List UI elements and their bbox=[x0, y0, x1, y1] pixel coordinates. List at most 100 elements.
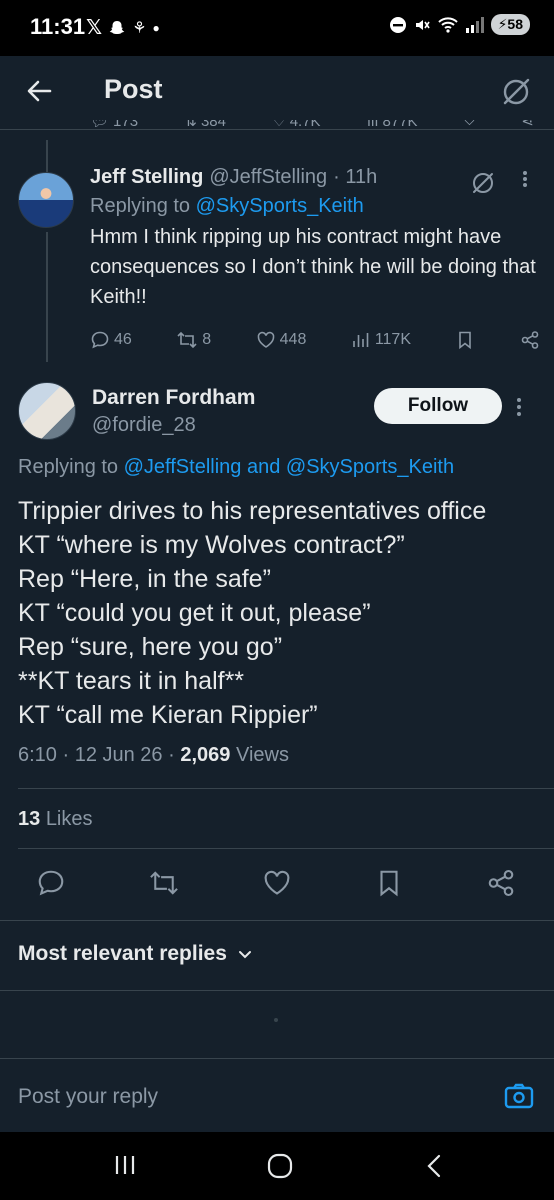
divider bbox=[0, 990, 554, 991]
home-icon[interactable] bbox=[266, 1152, 294, 1180]
prev-share-icon[interactable]: ⋖ bbox=[521, 120, 534, 130]
notification-dot-icon: ● bbox=[152, 20, 160, 35]
battery-level: 58 bbox=[507, 16, 523, 32]
more-options-icon[interactable] bbox=[522, 168, 528, 190]
like-button[interactable] bbox=[262, 868, 292, 898]
share-button[interactable] bbox=[486, 868, 516, 898]
chevron-down-icon bbox=[238, 951, 251, 959]
loading-indicator bbox=[274, 1018, 278, 1022]
repost-button[interactable] bbox=[148, 868, 180, 898]
author-name[interactable]: Darren Fordham bbox=[92, 386, 255, 410]
signal-icon bbox=[465, 16, 485, 34]
reply-author-name[interactable]: Jeff Stelling bbox=[90, 166, 203, 189]
prev-view-count[interactable]: ılı 877K bbox=[367, 120, 418, 130]
prev-repost-count[interactable]: ⇅ 384 bbox=[184, 120, 226, 130]
avatar[interactable] bbox=[18, 172, 74, 228]
repost-icon bbox=[177, 331, 197, 349]
back-nav-icon[interactable] bbox=[424, 1152, 446, 1180]
wifi-icon bbox=[437, 16, 459, 34]
reply-author-handle[interactable]: @JeffStelling bbox=[209, 166, 327, 189]
wolves-app-icon: ⚘ bbox=[132, 19, 147, 37]
author-handle[interactable]: @fordie_28 bbox=[92, 414, 255, 437]
page-title: Post bbox=[104, 74, 163, 104]
reply-actions: 46 8 448 117K bbox=[90, 330, 540, 350]
views-label: Views bbox=[235, 744, 289, 766]
like-button[interactable]: 448 bbox=[256, 330, 307, 350]
divider bbox=[18, 848, 554, 849]
reply-count: 46 bbox=[114, 331, 132, 348]
view-count: 117K bbox=[374, 331, 411, 348]
grok-icon[interactable] bbox=[470, 170, 496, 196]
likes-label: Likes bbox=[45, 808, 93, 830]
camera-icon[interactable] bbox=[504, 1081, 534, 1111]
battery-indicator: ⚡58 bbox=[490, 14, 530, 35]
post-line: **KT tears it in half** bbox=[18, 667, 245, 695]
share-icon bbox=[521, 331, 539, 349]
mention-link[interactable]: @SkySports_Keith bbox=[286, 456, 454, 478]
top-app-bar: Post bbox=[0, 56, 554, 130]
like-count: 448 bbox=[279, 331, 307, 348]
reply-button[interactable]: 46 bbox=[90, 330, 132, 350]
prev-like-count[interactable]: ♡ 4.7K bbox=[272, 120, 320, 130]
previous-post-actions: 💬︎ 173 ⇅ 384 ♡ 4.7K ılı 877K ⛉ ⋖ bbox=[0, 120, 554, 140]
repost-icon bbox=[150, 871, 178, 895]
heart-icon bbox=[257, 331, 274, 348]
post-line: Trippier drives to his representatives o… bbox=[18, 497, 487, 525]
status-time: 11:31 bbox=[30, 14, 86, 39]
likes-summary[interactable]: 13 Likes bbox=[18, 808, 93, 831]
repost-button[interactable]: 8 bbox=[176, 330, 211, 350]
likes-count: 13 bbox=[18, 808, 41, 830]
recent-apps-icon[interactable] bbox=[112, 1152, 138, 1178]
bookmark-icon bbox=[380, 870, 398, 897]
prev-reply-count[interactable]: 💬︎ 173 bbox=[90, 120, 138, 130]
divider bbox=[0, 920, 554, 921]
replying-to: Replying to @JeffStelling and @SkySports… bbox=[18, 456, 455, 478]
bookmark-button[interactable] bbox=[455, 330, 475, 350]
replying-to: Replying to @SkySports_Keith bbox=[90, 195, 364, 217]
dnd-icon bbox=[389, 16, 407, 34]
comment-icon bbox=[91, 331, 109, 349]
post-line: Rep “sure, here you go” bbox=[18, 633, 283, 661]
post-line: KT “call me Kieran Rippier” bbox=[18, 701, 318, 729]
post-line: KT “could you get it out, please” bbox=[18, 599, 371, 627]
post-line: Rep “Here, in the safe” bbox=[18, 565, 271, 593]
replies-sort-dropdown[interactable]: Most relevant replies bbox=[18, 942, 253, 966]
follow-button[interactable]: Follow bbox=[374, 388, 502, 424]
x-app-icon: 𝕏 bbox=[86, 17, 103, 39]
bookmark-icon bbox=[459, 331, 472, 350]
reply-button[interactable] bbox=[36, 868, 66, 898]
views-button[interactable]: 117K bbox=[351, 330, 411, 350]
divider bbox=[18, 788, 554, 789]
thread-line bbox=[46, 232, 48, 362]
avatar[interactable] bbox=[18, 382, 76, 440]
back-arrow-icon[interactable] bbox=[24, 76, 54, 106]
analytics-icon bbox=[353, 333, 369, 347]
status-bar: 11:31 𝕏 ⚘ ● ⚡58 bbox=[0, 0, 554, 56]
share-icon bbox=[488, 869, 514, 897]
reply-post: Jeff Stelling @JeffStelling · 11h Replyi… bbox=[90, 166, 540, 350]
prev-bookmark-icon[interactable]: ⛉ bbox=[464, 120, 475, 130]
reply-text: Hmm I think ripping up his contract migh… bbox=[90, 226, 536, 308]
share-button[interactable] bbox=[520, 330, 540, 350]
post-meta: 6:10 · 12 Jun 26 · 2,069 Views bbox=[18, 744, 289, 767]
post-actions bbox=[36, 868, 516, 898]
mention-link[interactable]: @JeffStelling bbox=[124, 456, 242, 478]
bookmark-button[interactable] bbox=[374, 868, 404, 898]
reply-input[interactable] bbox=[18, 1077, 478, 1117]
grok-icon[interactable] bbox=[500, 76, 532, 108]
mention-link[interactable]: @SkySports_Keith bbox=[196, 195, 364, 217]
comment-icon bbox=[38, 870, 64, 896]
replies-sort-label: Most relevant replies bbox=[18, 942, 227, 965]
post-timestamp: 6:10 · 12 Jun 26 · bbox=[18, 744, 175, 766]
repost-count: 8 bbox=[202, 331, 212, 348]
system-navigation-bar bbox=[0, 1132, 554, 1200]
more-options-icon[interactable] bbox=[516, 396, 522, 418]
reply-composer bbox=[0, 1058, 554, 1132]
views-count[interactable]: 2,069 bbox=[180, 744, 230, 766]
post-text: Trippier drives to his representatives o… bbox=[18, 494, 542, 732]
reply-timestamp: · 11h bbox=[333, 166, 378, 188]
author-block: Darren Fordham @fordie_28 bbox=[92, 386, 255, 437]
post-line: KT “where is my Wolves contract?” bbox=[18, 531, 405, 559]
snapchat-icon bbox=[108, 19, 126, 37]
mute-icon bbox=[413, 16, 431, 34]
